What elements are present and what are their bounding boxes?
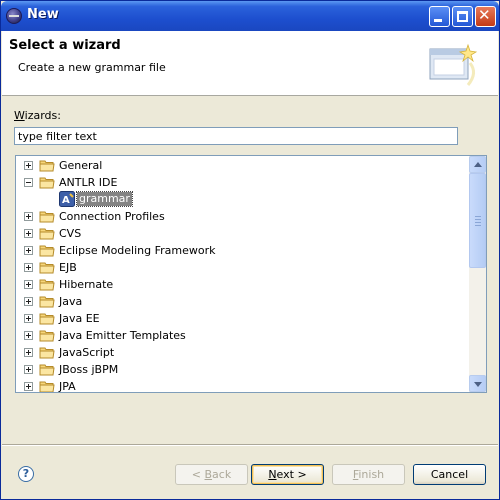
- folder-icon: [39, 226, 55, 240]
- tree-item[interactable]: JPA: [16, 378, 468, 393]
- folder-icon: [39, 379, 55, 392]
- cancel-button[interactable]: Cancel: [413, 464, 486, 485]
- minimize-icon: [434, 19, 442, 22]
- close-button[interactable]: ✕: [475, 6, 496, 27]
- page-title: Select a wizard: [9, 38, 121, 53]
- tree-item-label: JPA: [59, 380, 76, 393]
- scroll-down-button[interactable]: [469, 375, 486, 392]
- tree-item[interactable]: CVS: [16, 225, 468, 242]
- arrow-down-icon: [474, 382, 482, 387]
- grip-line: [475, 219, 481, 220]
- folder-icon: [39, 158, 55, 172]
- folder-icon: [39, 243, 55, 257]
- folder-icon: [39, 209, 55, 223]
- tree-item[interactable]: Java Emitter Templates: [16, 327, 468, 344]
- tree-item-label: Eclipse Modeling Framework: [59, 244, 216, 257]
- expand-icon[interactable]: [24, 212, 33, 221]
- new-wizard-dialog: New ✕ Select a wizard Create a new gramm…: [0, 0, 500, 500]
- tree-item-label: Java EE: [59, 312, 100, 325]
- tree-item[interactable]: Connection Profiles: [16, 208, 468, 225]
- tree-item-label: JBoss jBPM: [59, 363, 119, 376]
- expand-icon[interactable]: [24, 246, 33, 255]
- tree-item-label: Connection Profiles: [59, 210, 165, 223]
- tree-item[interactable]: Java: [16, 293, 468, 310]
- tree-item[interactable]: Java EE: [16, 310, 468, 327]
- close-icon: ✕: [478, 6, 491, 24]
- new-wizard-banner-icon: [429, 43, 478, 86]
- grip-line: [475, 225, 481, 226]
- tree-item[interactable]: Hibernate: [16, 276, 468, 293]
- expand-icon[interactable]: [24, 229, 33, 238]
- expand-icon[interactable]: [24, 263, 33, 272]
- folder-icon: [39, 277, 55, 291]
- tree-item[interactable]: Agrammar: [16, 191, 468, 208]
- grammar-file-icon: A: [59, 191, 75, 207]
- finish-button[interactable]: Finish: [332, 464, 405, 485]
- folder-icon: [39, 328, 55, 342]
- svg-text:A: A: [62, 195, 70, 206]
- scroll-up-button[interactable]: [469, 156, 486, 173]
- button-bar-separator: [2, 444, 498, 446]
- tree-item[interactable]: ANTLR IDE: [16, 174, 468, 191]
- expand-icon[interactable]: [24, 331, 33, 340]
- title-bar[interactable]: New ✕: [1, 1, 499, 31]
- tree-item-label: JavaScript: [59, 346, 115, 359]
- tree-item[interactable]: General: [16, 157, 468, 174]
- tree-item-label: Hibernate: [59, 278, 114, 291]
- window-title: New: [27, 7, 59, 22]
- eclipse-icon: [6, 8, 22, 24]
- expand-icon[interactable]: [24, 365, 33, 374]
- expand-icon[interactable]: [24, 297, 33, 306]
- tree-item-label: CVS: [59, 227, 82, 240]
- tree-item[interactable]: EJB: [16, 259, 468, 276]
- expand-icon[interactable]: [24, 382, 33, 391]
- expand-icon[interactable]: [24, 161, 33, 170]
- tree-item[interactable]: Eclipse Modeling Framework: [16, 242, 468, 259]
- tree-item-label: Java Emitter Templates: [59, 329, 186, 342]
- minimize-button[interactable]: [429, 6, 450, 27]
- wizard-header: Select a wizard Create a new grammar fil…: [2, 31, 498, 96]
- folder-icon: [39, 294, 55, 308]
- maximize-icon: [457, 11, 468, 22]
- arrow-up-icon: [474, 162, 482, 167]
- next-button[interactable]: Next >: [251, 464, 324, 485]
- folder-icon: [39, 260, 55, 274]
- collapse-icon[interactable]: [24, 178, 33, 187]
- folder-icon: [39, 345, 55, 359]
- expand-icon[interactable]: [24, 348, 33, 357]
- scroll-thumb[interactable]: [469, 173, 486, 268]
- tree-item-label: Java: [59, 295, 83, 308]
- help-icon[interactable]: ?: [18, 466, 34, 482]
- tree-item-label: grammar: [76, 191, 133, 207]
- tree-item-label: EJB: [59, 261, 77, 274]
- tree-item-label: General: [59, 159, 103, 172]
- folder-icon: [39, 362, 55, 376]
- back-button[interactable]: < Back: [175, 464, 248, 485]
- folder-icon: [39, 175, 55, 189]
- expand-icon[interactable]: [24, 280, 33, 289]
- maximize-button[interactable]: [452, 6, 473, 27]
- tree-item[interactable]: JBoss jBPM: [16, 361, 468, 378]
- filter-input[interactable]: [14, 127, 458, 145]
- tree-item[interactable]: JavaScript: [16, 344, 468, 361]
- wizards-label: Wizards:: [14, 109, 61, 122]
- grip-line: [475, 222, 481, 223]
- folder-icon: [39, 311, 55, 325]
- tree-item-label: ANTLR IDE: [59, 176, 118, 189]
- expand-icon[interactable]: [24, 314, 33, 323]
- grip-line: [475, 216, 481, 217]
- vertical-scrollbar[interactable]: [469, 156, 486, 392]
- wizard-tree[interactable]: General ANTLR IDE Agrammar Connection Profi…: [15, 155, 487, 393]
- page-description: Create a new grammar file: [18, 61, 166, 74]
